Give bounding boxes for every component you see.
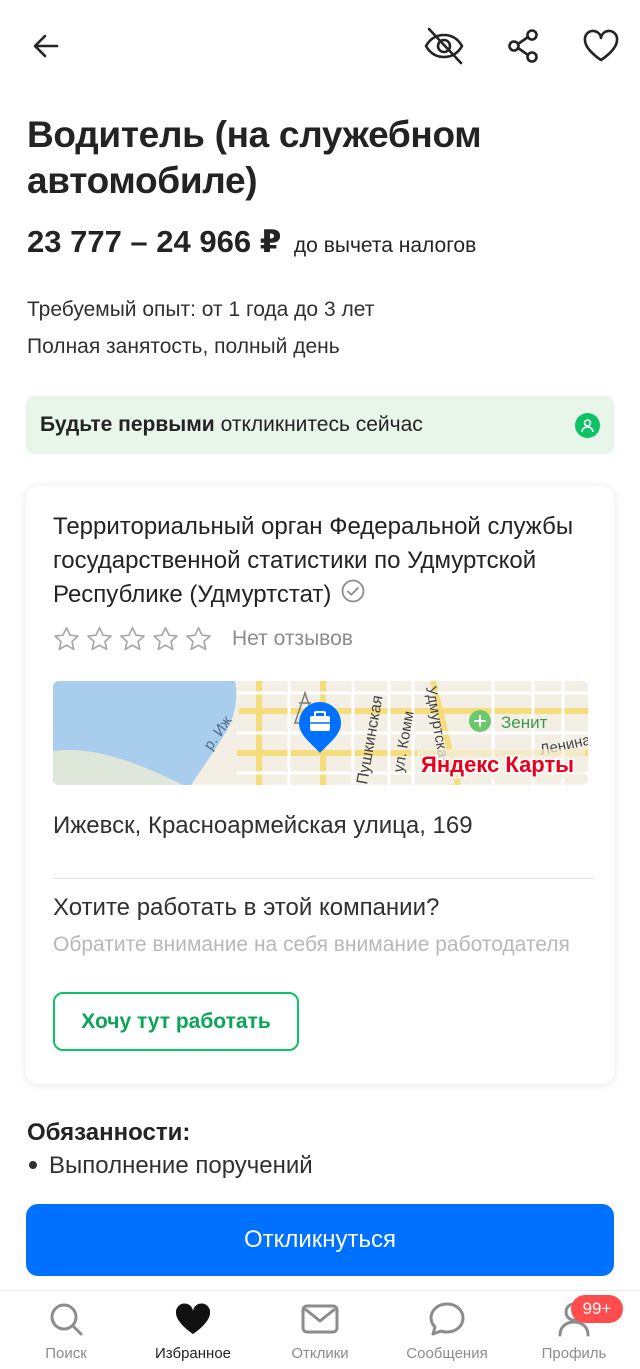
yandex-maps-logo: Яндекс Карты <box>417 749 585 779</box>
banner-text: откликнитесь сейчас <box>220 413 423 436</box>
company-name-block[interactable]: Территориальный орган Федеральной службы… <box>53 510 593 613</box>
bullet <box>29 1160 37 1169</box>
share-icon <box>508 29 538 63</box>
company-card: Территориальный орган Федеральной службы… <box>26 486 614 1084</box>
svg-text:Яндекс Карты: Яндекс Карты <box>421 752 574 777</box>
tab-search[interactable]: Поиск <box>2 1291 130 1369</box>
tab-label: Профиль <box>541 1345 607 1362</box>
salary-note: до вычета налогов <box>293 234 477 257</box>
favorite-button[interactable] <box>577 22 625 70</box>
tab-responses[interactable]: Отклики <box>256 1291 384 1369</box>
map-label-stadium: Зенит <box>501 713 548 732</box>
company-address: Ижевск, Красноармейская улица, 169 <box>53 812 473 839</box>
want-to-work-title: Хотите работать в этой компании? <box>53 894 440 921</box>
banner-bold-text: Будьте первыми <box>40 413 215 436</box>
tab-label: Отклики <box>291 1345 349 1362</box>
salary-range: 23 777 – 24 966 ₽ <box>27 224 282 259</box>
tab-favorites[interactable]: Избранное <box>129 1291 257 1369</box>
eye-off-icon <box>424 27 464 65</box>
duty-text: Выполнение поручений <box>49 1152 313 1179</box>
tab-label: Избранное <box>154 1345 232 1362</box>
want-to-work-subtitle: Обратите внимание на себя внимание работ… <box>53 933 570 956</box>
duty-item: Выполнение поручений <box>27 1152 313 1180</box>
profile-counter-badge: 99+ <box>571 1295 623 1323</box>
star-icon <box>54 626 79 651</box>
no-reviews-text: Нет отзывов <box>232 627 353 650</box>
employment-text: Полная занятость, полный день <box>27 335 340 358</box>
star-icon <box>87 626 112 651</box>
duties-heading: Обязанности: <box>27 1119 191 1146</box>
verified-icon <box>341 579 365 613</box>
arrow-left-icon <box>33 34 59 58</box>
divider <box>53 878 594 879</box>
tab-label: Поиск <box>45 1345 87 1362</box>
company-map[interactable]: Зенит Пушкинская ул. Комм Удмуртская Лен… <box>53 681 588 785</box>
star-icon <box>153 626 178 651</box>
heart-outline-icon <box>583 29 619 62</box>
top-bar <box>0 0 640 92</box>
star-icon <box>186 626 211 651</box>
apply-button[interactable]: Откликнуться <box>26 1204 614 1276</box>
bottom-tab-bar: Поиск Избранное Отклики Сообщения Профил… <box>0 1290 640 1369</box>
search-icon <box>50 1303 83 1336</box>
tab-label: Сообщения <box>406 1345 488 1362</box>
chat-icon <box>429 1302 465 1336</box>
back-button[interactable] <box>22 22 70 70</box>
company-name: Территориальный орган Федеральной службы… <box>53 513 574 608</box>
share-button[interactable] <box>499 22 547 70</box>
mail-icon <box>301 1304 339 1334</box>
experience-text: Требуемый опыт: от 1 года до 3 лет <box>27 298 375 321</box>
hide-vacancy-button[interactable] <box>420 22 468 70</box>
want-to-work-button[interactable]: Хочу тут работать <box>53 992 299 1051</box>
tab-messages[interactable]: Сообщения <box>383 1291 511 1369</box>
user-icon <box>575 413 600 438</box>
vacancy-title: Водитель (на служебном автомобиле) <box>27 114 482 201</box>
heart-icon <box>175 1303 211 1334</box>
star-icon <box>120 626 145 651</box>
be-first-banner[interactable]: Будьте первыми откликнитесь сейчас <box>26 396 614 454</box>
salary: 23 777 – 24 966 ₽ до вычета налогов <box>27 224 476 260</box>
company-rating[interactable]: Нет отзывов <box>53 624 353 654</box>
